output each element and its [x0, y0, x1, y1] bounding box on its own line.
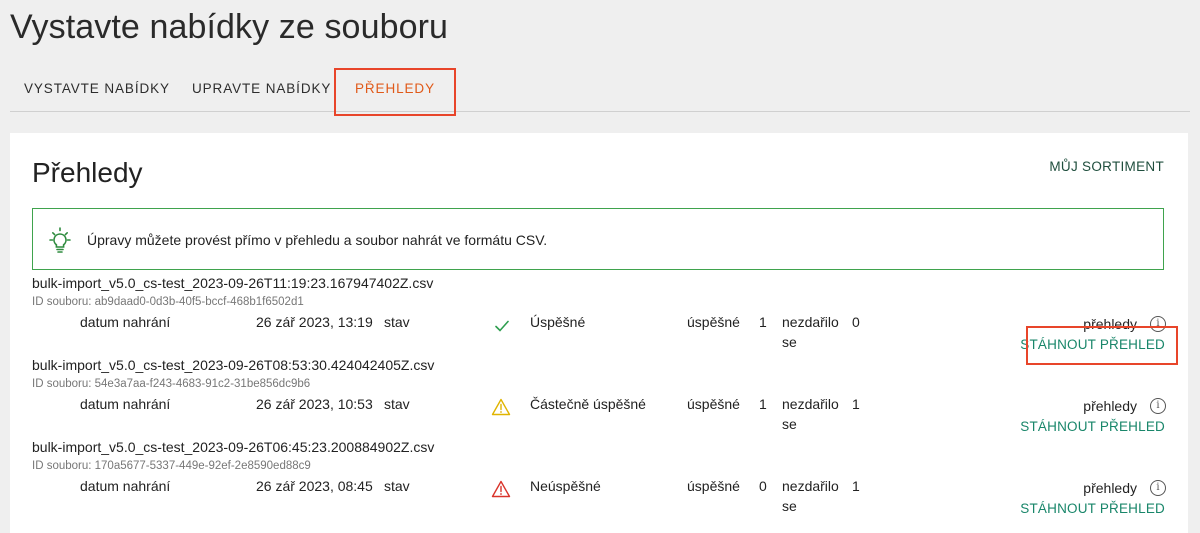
status-value: Neúspěšné [530, 478, 601, 494]
card-title: Přehledy [32, 157, 143, 188]
failed-count: 1 [852, 396, 860, 412]
failed-label-line1: nezdařilo [782, 478, 839, 494]
my-assortment-link[interactable]: MŮJ SORTIMENT [1049, 159, 1164, 174]
success-label: úspěšné [687, 396, 740, 412]
error-icon [491, 480, 511, 498]
tab-create-offers[interactable]: VYSTAVTE NABÍDKY [24, 66, 170, 111]
upload-date-label: datum nahrání [80, 396, 171, 412]
tab-edit-offers[interactable]: UPRAVTE NABÍDKY [192, 66, 331, 111]
info-icon[interactable]: i [1150, 480, 1166, 496]
upload-date-label: datum nahrání [80, 314, 171, 330]
download-link-highlight [1026, 326, 1178, 365]
failed-label-line2: se [782, 498, 797, 514]
info-banner-text: Úpravy můžete provést přímo v přehledu a… [87, 232, 548, 248]
page-title: Vystavte nabídky ze souboru [10, 8, 449, 46]
warning-icon [491, 398, 511, 416]
status-label: stav [384, 314, 410, 330]
success-count: 1 [759, 396, 767, 412]
failed-label-line1: nezdařilo [782, 396, 839, 412]
file-name: bulk-import_v5.0_cs-test_2023-09-26T06:4… [32, 439, 435, 455]
download-report-link[interactable]: STÁHNOUT PŘEHLED [1020, 501, 1165, 516]
status-value: Úspěšné [530, 314, 586, 330]
failed-count: 1 [852, 478, 860, 494]
file-name: bulk-import_v5.0_cs-test_2023-09-26T08:5… [32, 357, 435, 373]
success-count: 0 [759, 478, 767, 494]
info-icon[interactable]: i [1150, 398, 1166, 414]
tab-reports-highlight [334, 68, 456, 116]
success-count: 1 [759, 314, 767, 330]
upload-date-value: 26 zář 2023, 13:19 [256, 314, 373, 330]
checkmark-icon [495, 320, 509, 332]
status-label: stav [384, 478, 410, 494]
failed-label: nezdařilo se [782, 476, 839, 516]
file-id: ID souboru: 170a5677-5337-449e-92ef-2e85… [32, 460, 311, 472]
success-label: úspěšné [687, 314, 740, 330]
failed-label-line1: nezdařilo [782, 314, 839, 330]
upload-date-label: datum nahrání [80, 478, 171, 494]
file-id: ID souboru: ab9daad0-0d3b-40f5-bccf-468b… [32, 296, 304, 308]
upload-date-value: 26 zář 2023, 08:45 [256, 478, 373, 494]
tab-bar: VYSTAVTE NABÍDKY UPRAVTE NABÍDKY PŘEHLED… [10, 66, 1190, 112]
file-name: bulk-import_v5.0_cs-test_2023-09-26T11:1… [32, 275, 434, 291]
failed-label: nezdařilo se [782, 394, 839, 434]
status-value: Částečně úspěšné [530, 396, 646, 412]
reports-label: přehledy [1083, 398, 1137, 414]
failed-label: nezdařilo se [782, 312, 839, 352]
info-banner: Úpravy můžete provést přímo v přehledu a… [32, 208, 1164, 270]
reports-card: Přehledy MŮJ SORTIMENT Úpravy můžete pro… [10, 133, 1188, 533]
failed-count: 0 [852, 314, 860, 330]
success-label: úspěšné [687, 478, 740, 494]
failed-label-line2: se [782, 334, 797, 350]
reports-label: přehledy [1083, 480, 1137, 496]
upload-date-value: 26 zář 2023, 10:53 [256, 396, 373, 412]
download-report-link[interactable]: STÁHNOUT PŘEHLED [1020, 419, 1165, 434]
lightbulb-icon [49, 227, 71, 253]
failed-label-line2: se [782, 416, 797, 432]
file-id: ID souboru: 54e3a7aa-f243-4683-91c2-31be… [32, 378, 311, 390]
status-label: stav [384, 396, 410, 412]
